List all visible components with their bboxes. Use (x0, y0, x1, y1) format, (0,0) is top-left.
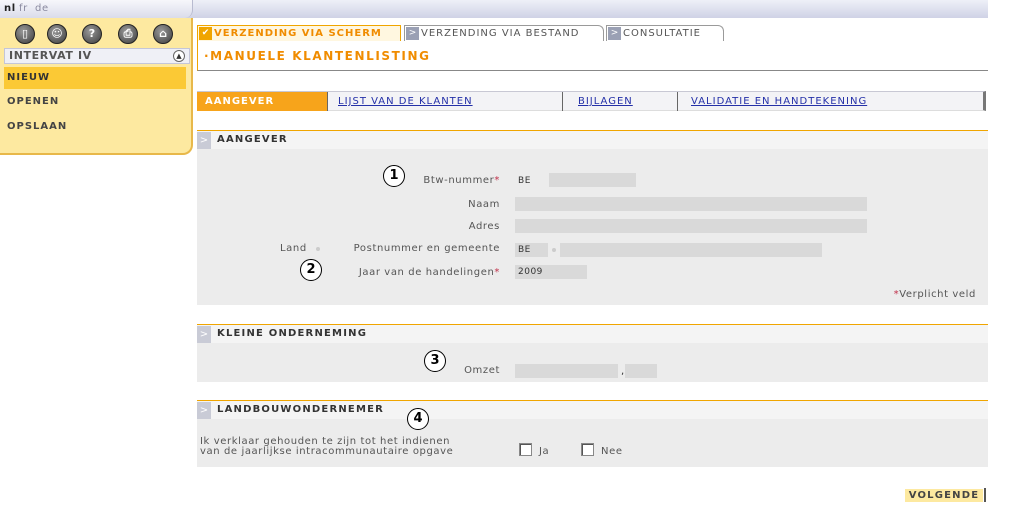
required-mark: * (494, 267, 500, 278)
section-header-small-enterprise: > KLEINE ONDERNEMING (197, 324, 988, 343)
section-title: LANDBOUWONDERNEMER (217, 404, 385, 415)
turnover-integer-field[interactable] (515, 364, 618, 378)
language-fr[interactable]: fr (19, 3, 28, 14)
turnover-decimal-field[interactable] (625, 364, 657, 378)
turnover-label: Omzet (464, 365, 500, 376)
farmer-statement: Ik verklaar gehouden te zijn tot het ind… (200, 437, 453, 457)
chevron-right-icon: > (406, 27, 419, 40)
farmer-statement-line2: van de jaarlijkse intracommunautaire opg… (200, 446, 454, 457)
name-label: Naam (468, 199, 500, 210)
app-title: INTERVAT IV ▲ (4, 48, 190, 64)
address-field[interactable] (515, 219, 867, 233)
print-icon[interactable]: ⎙ (118, 24, 138, 44)
language-nl[interactable]: nl (4, 3, 16, 14)
chevron-right-icon: > (197, 402, 211, 419)
tab-consultation[interactable]: > CONSULTATIE (606, 25, 724, 41)
vat-prefix: BE (518, 176, 532, 186)
tab-label: VERZENDING VIA SCHERM (214, 28, 382, 39)
chevron-right-icon: > (197, 132, 211, 149)
next-divider (984, 488, 986, 502)
yes-checkbox[interactable] (519, 443, 532, 456)
title-bar: ·MANUELE KLANTENLISTING (197, 41, 988, 71)
callout-4: 4 (407, 408, 429, 430)
chevron-right-icon: > (197, 326, 211, 343)
separator-dot (552, 248, 556, 252)
vat-label-text: Btw-nummer (423, 175, 495, 186)
section-title: AANGEVER (217, 134, 288, 145)
collapse-icon[interactable]: ▲ (173, 50, 185, 62)
sub-tabs: AANGEVER LIJST VAN DE KLANTEN BIJLAGEN V… (197, 91, 986, 111)
vat-label: Btw-nummer* (380, 175, 500, 186)
check-icon: ✔ (199, 27, 212, 40)
required-mark: * (494, 175, 500, 186)
language-de[interactable]: de (35, 3, 49, 14)
page-title: ·MANUELE KLANTENLISTING (204, 49, 431, 63)
section-header-aangever: > AANGEVER (197, 130, 988, 149)
subtab-attachments[interactable]: BIJLAGEN (578, 92, 678, 111)
tab-label: CONSULTATIE (623, 28, 701, 39)
no-checkbox[interactable] (581, 443, 594, 456)
year-label-text: Jaar van de handelingen (358, 267, 495, 278)
callout-2: 2 (300, 259, 322, 281)
name-field[interactable] (515, 197, 867, 211)
address-label: Adres (468, 221, 500, 232)
subtab-aangever[interactable]: AANGEVER (197, 92, 328, 111)
help-icon[interactable]: ? (82, 24, 102, 44)
subtab-client-list[interactable]: LIJST VAN DE KLANTEN (338, 92, 563, 111)
section-title: KLEINE ONDERNEMING (217, 328, 368, 339)
user-icon[interactable]: ☺ (47, 24, 67, 44)
postal-label: Postnummer en gemeente (353, 243, 500, 254)
country-field[interactable]: BE (515, 243, 548, 257)
postal-field[interactable] (560, 243, 822, 257)
tab-send-via-file[interactable]: > VERZENDING VIA BESTAND (404, 25, 604, 41)
year-label: Jaar van de handelingen* (330, 267, 500, 278)
app-title-text: INTERVAT IV (9, 49, 92, 62)
home-icon[interactable]: ⌂ (153, 24, 173, 44)
country-label: Land (280, 243, 307, 254)
tab-send-via-screen[interactable]: ✔ VERZENDING VIA SCHERM (197, 25, 401, 41)
year-field[interactable]: 2009 (515, 265, 587, 279)
required-note: *Verplicht veld (840, 289, 976, 300)
chevron-right-icon: > (608, 27, 621, 40)
subtab-validation-signature[interactable]: VALIDATIE EN HANDTEKENING (691, 92, 867, 111)
tab-label: VERZENDING VIA BESTAND (421, 28, 580, 39)
separator-dot (316, 247, 320, 251)
no-label: Nee (601, 446, 623, 457)
menu-item-new[interactable]: NIEUW (4, 67, 186, 89)
vat-number-field[interactable] (549, 173, 636, 187)
door-icon[interactable]: ▯ (15, 24, 35, 44)
language-selector: nl fr de (0, 0, 193, 18)
section-header-farmer: > LANDBOUWONDERNEMER (197, 400, 988, 419)
required-note-text: Verplicht veld (899, 289, 976, 300)
menu-item-save[interactable]: OPSLAAN (4, 116, 186, 138)
menu-item-open[interactable]: OPENEN (4, 91, 186, 113)
yes-label: Ja (539, 446, 550, 457)
next-button[interactable]: VOLGENDE (905, 489, 983, 502)
